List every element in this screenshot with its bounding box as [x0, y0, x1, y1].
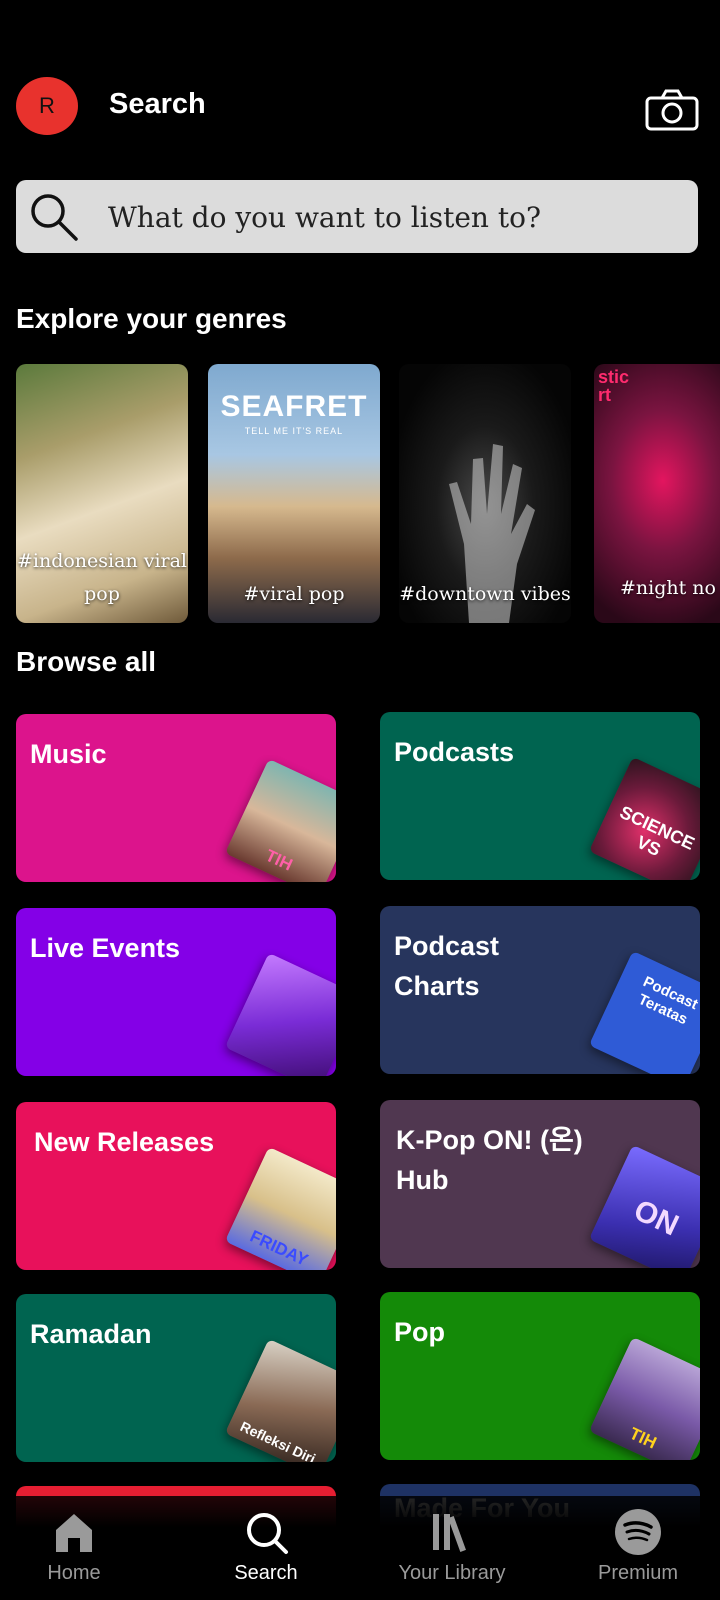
tile-label: Live Events [30, 933, 181, 963]
tile-label: New Releases [34, 1127, 215, 1157]
album-art-title: SEAFRET [220, 390, 368, 423]
tile-artwork: TIH [588, 1336, 700, 1460]
album-art-graphic: stic rt [598, 367, 630, 405]
tile-artwork: SCIENCE VS [588, 756, 700, 880]
search-screen: R Search Explore your genres #indonesian… [0, 0, 720, 1600]
genres-section-title: Explore your genres [16, 303, 287, 334]
album-art-subtitle: TELL ME IT'S REAL [244, 426, 344, 436]
tile-artwork: Podcast Teratas [588, 950, 700, 1074]
genre-card[interactable]: #indonesian viral pop [16, 364, 188, 623]
genre-label: #indonesian viral pop [16, 550, 188, 605]
genre-card[interactable]: stic rt #night no [594, 364, 720, 623]
tile-artwork: Refleksi Diri [224, 1338, 336, 1462]
nav-premium[interactable]: Premium [548, 1496, 720, 1600]
search-input[interactable] [106, 190, 680, 245]
browse-tile-podcast-charts[interactable]: Podcast Charts Podcast Teratas [380, 906, 700, 1074]
genre-card[interactable]: #downtown vibes [399, 364, 571, 623]
nav-label: Search [234, 1562, 298, 1584]
library-icon [428, 1508, 476, 1556]
nav-label: Your Library [398, 1562, 506, 1584]
search-icon [242, 1508, 290, 1556]
tile-label: K-Pop ON! (온) Hub [396, 1125, 583, 1195]
genre-label: #night no [620, 577, 716, 599]
browse-tile-music[interactable]: Music TIH [16, 714, 336, 882]
browse-tile-ramadan[interactable]: Ramadan Refleksi Diri [16, 1294, 336, 1462]
spotify-icon [614, 1508, 662, 1556]
home-icon [50, 1508, 98, 1556]
browse-tile-live-events[interactable]: Live Events [16, 908, 336, 1076]
tile-label: Music [30, 739, 107, 769]
bottom-nav: Home Search Your Library Premium [0, 1496, 720, 1600]
nav-search[interactable]: Search [176, 1496, 356, 1600]
genre-label: #viral pop [243, 583, 345, 605]
browse-section-title: Browse all [16, 646, 157, 677]
tile-artwork: FRIDAY [224, 1146, 336, 1270]
search-icon [28, 191, 80, 243]
tile-artwork [224, 952, 336, 1076]
tile-label: Podcasts [394, 737, 515, 767]
nav-label: Home [47, 1562, 101, 1584]
header: R Search [0, 0, 720, 170]
browse-tile-pop[interactable]: Pop TIH [380, 1292, 700, 1460]
profile-avatar[interactable]: R [16, 77, 78, 135]
nav-label: Premium [597, 1562, 678, 1584]
genres-carousel[interactable]: #indonesian viral pop SEAFRET TELL ME IT… [16, 364, 720, 624]
tile-label: Pop [394, 1317, 445, 1347]
nav-your-library[interactable]: Your Library [362, 1496, 542, 1600]
tile-artwork: TIH [224, 758, 336, 882]
genre-card[interactable]: SEAFRET TELL ME IT'S REAL #viral pop [208, 364, 380, 623]
camera-icon[interactable] [644, 88, 700, 132]
browse-tile-podcasts[interactable]: Podcasts SCIENCE VS [380, 712, 700, 880]
nav-home[interactable]: Home [0, 1496, 164, 1600]
page-title: Search [109, 88, 206, 120]
browse-tile-kpop-on-hub[interactable]: K-Pop ON! (온) Hub ON [380, 1100, 700, 1268]
genre-label: #downtown vibes [399, 583, 571, 605]
search-bar[interactable] [16, 180, 698, 253]
browse-tile-new-releases[interactable]: New Releases FRIDAY [16, 1102, 336, 1270]
tile-artwork: ON [588, 1144, 700, 1268]
tile-label: Ramadan [30, 1319, 152, 1349]
tile-label: Podcast Charts [394, 931, 500, 1001]
